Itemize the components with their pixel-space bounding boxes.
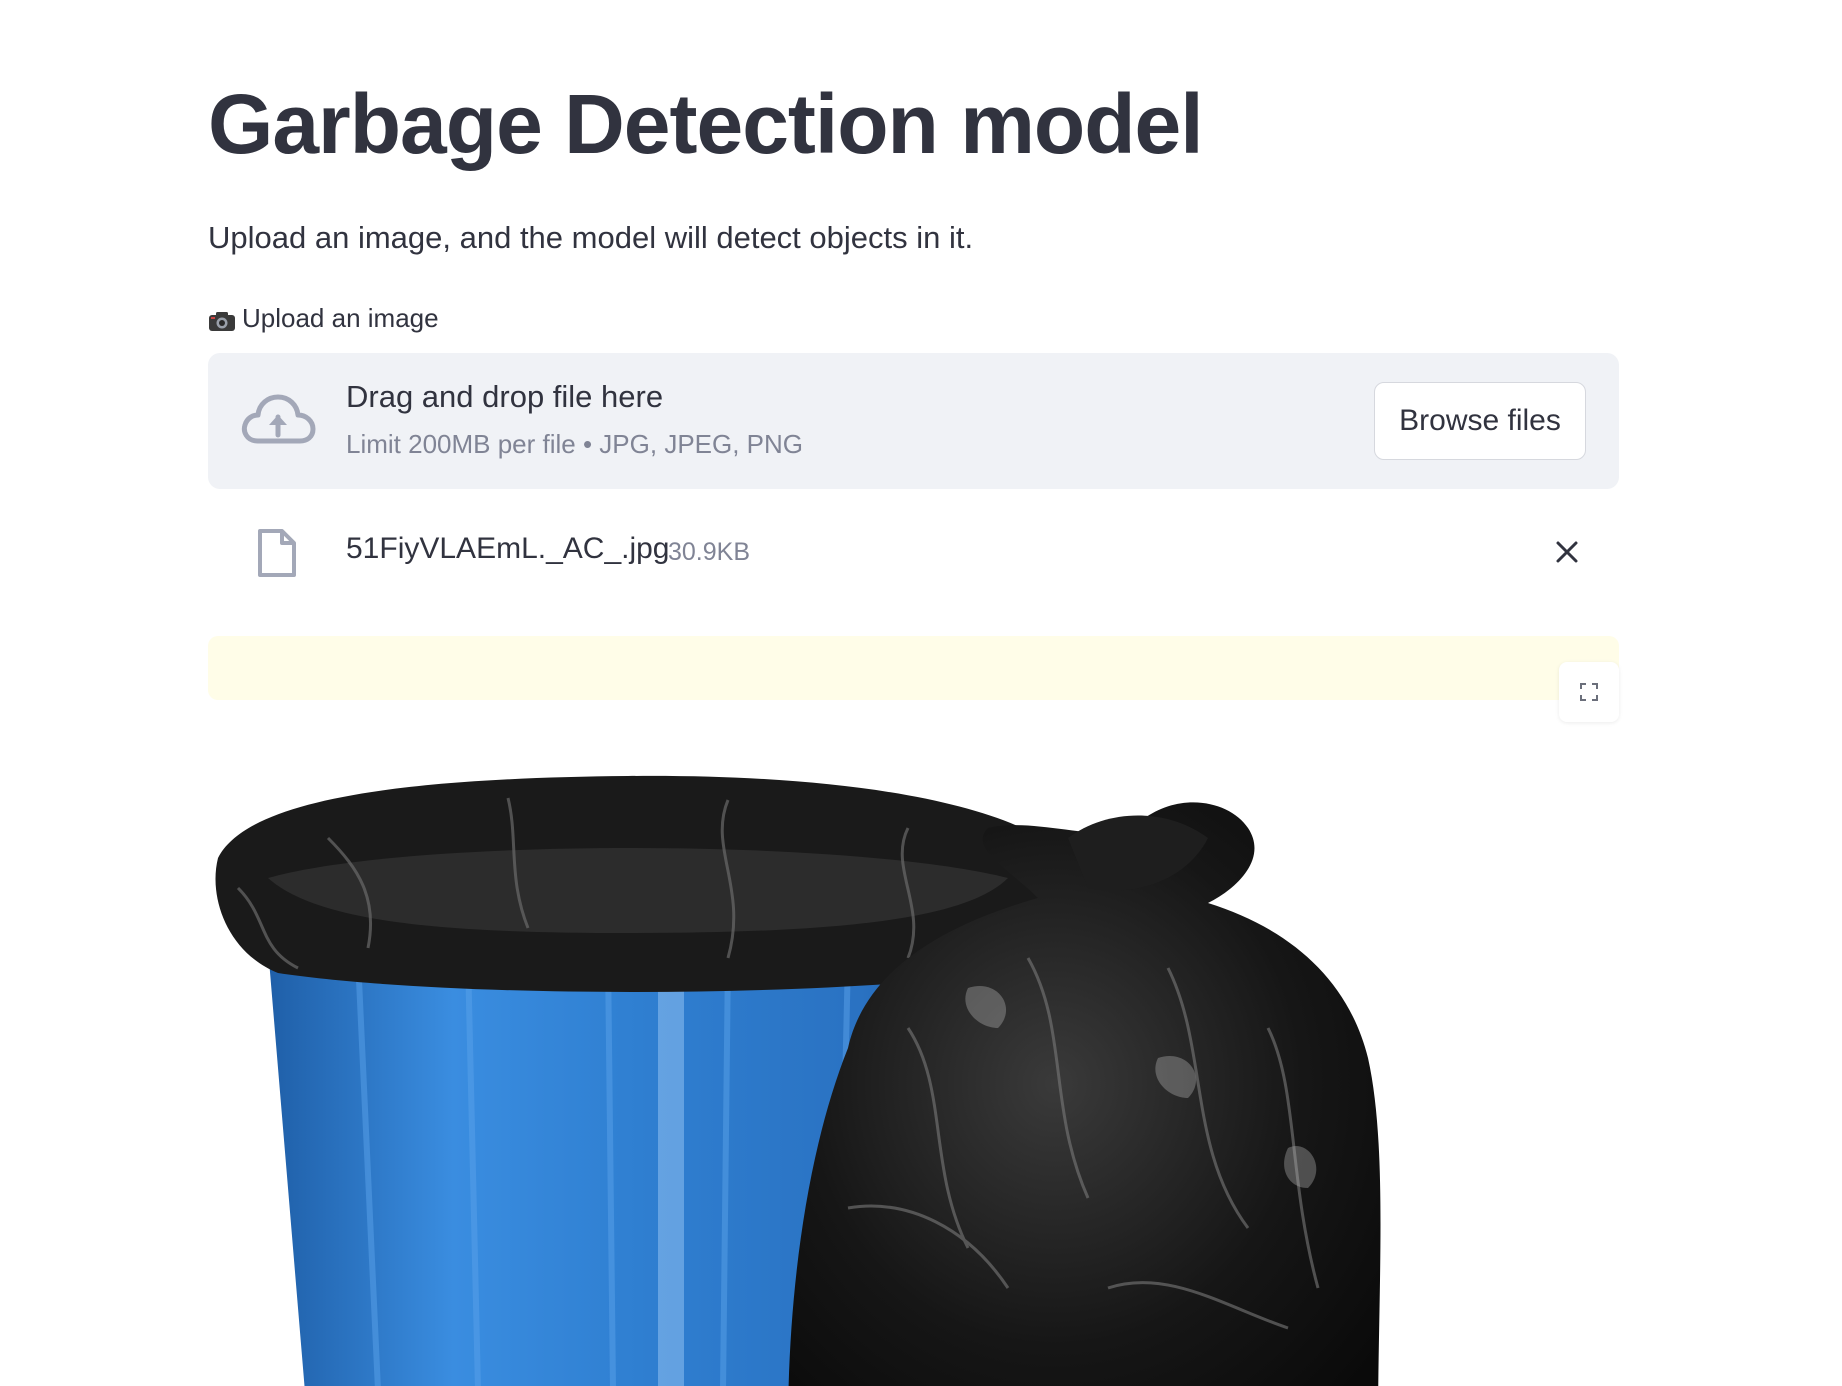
fullscreen-icon: [1580, 683, 1598, 701]
dropzone-title: Drag and drop file here: [346, 379, 664, 414]
remove-file-button[interactable]: [1549, 534, 1585, 570]
status-bar: [208, 636, 1619, 700]
camera-icon: [208, 308, 236, 331]
upload-label-text: Upload an image: [242, 303, 439, 333]
fullscreen-button[interactable]: [1559, 662, 1619, 722]
uploaded-file-name: 51FiyVLAEmL._AC_.jpg: [346, 532, 670, 565]
upload-label: Upload an image: [208, 303, 439, 334]
page: Garbage Detection model Upload an image,…: [0, 0, 1842, 1386]
uploaded-file-size: 30.9KB: [668, 538, 751, 566]
close-icon: [1556, 541, 1578, 563]
dropzone-text: Drag and drop file here Limit 200MB per …: [346, 379, 803, 460]
page-subtitle: Upload an image, and the model will dete…: [208, 220, 974, 255]
uploaded-image-drawing: [215, 775, 1381, 1386]
browse-files-button[interactable]: Browse files: [1374, 382, 1586, 460]
dropzone-limit: Limit 200MB per file • JPG, JPEG, PNG: [346, 429, 804, 459]
file-dropzone[interactable]: Drag and drop file here Limit 200MB per …: [208, 353, 1619, 489]
file-icon: [256, 528, 298, 578]
cloud-upload-icon: [240, 391, 316, 451]
uploaded-image: [208, 728, 1619, 1386]
uploaded-file-row: 51FiyVLAEmL._AC_.jpg 30.9KB: [208, 522, 1619, 582]
page-title: Garbage Detection model: [208, 77, 1204, 171]
